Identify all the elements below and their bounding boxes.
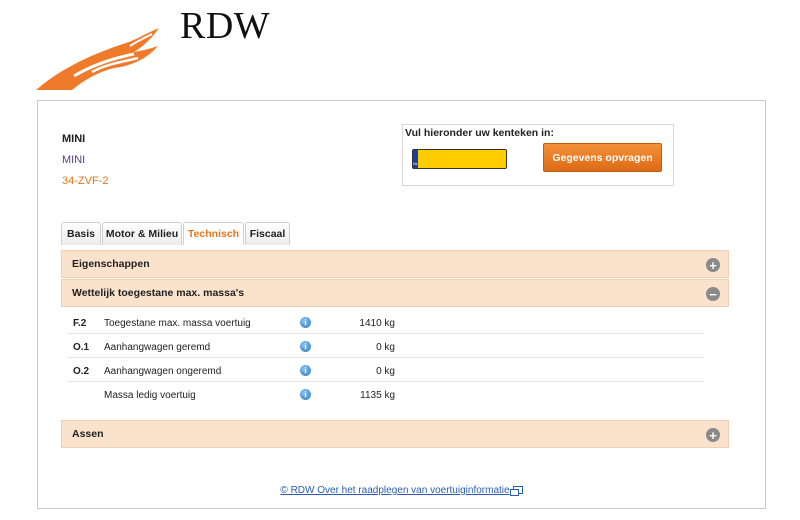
section-eigenschappen[interactable]: Eigenschappen + bbox=[61, 250, 729, 278]
info-icon[interactable]: i bbox=[300, 365, 311, 376]
row-value: 0 kg bbox=[376, 366, 395, 377]
section-max-massa[interactable]: Wettelijk toegestane max. massa's − bbox=[61, 279, 729, 307]
footer: © RDW Over het raadplegen van voertuigin… bbox=[38, 485, 765, 497]
about-vehicle-info-link[interactable]: © RDW Over het raadplegen van voertuigin… bbox=[280, 485, 509, 496]
vehicle-brand: MINI bbox=[62, 133, 86, 145]
vehicle-plate: 34-ZVF-2 bbox=[62, 175, 109, 187]
row-label: Aanhangwagen ongeremd bbox=[104, 366, 222, 377]
expand-plus-icon[interactable]: + bbox=[706, 258, 720, 272]
table-row: F.2 Toegestane max. massa voertuig i 141… bbox=[67, 310, 704, 334]
license-plate-field[interactable] bbox=[418, 150, 564, 168]
tab-motor-milieu[interactable]: Motor & Milieu bbox=[102, 222, 182, 245]
info-icon[interactable]: i bbox=[300, 317, 311, 328]
plate-search-box: Vul hieronder uw kenteken in: NL Gegeven… bbox=[402, 124, 674, 186]
row-code: F.2 bbox=[73, 318, 87, 329]
license-plate-input[interactable]: NL bbox=[412, 149, 564, 169]
plate-search-label: Vul hieronder uw kenteken in: bbox=[405, 127, 554, 139]
collapse-minus-icon[interactable]: − bbox=[706, 287, 720, 301]
row-value: 0 kg bbox=[376, 342, 395, 353]
section-title: Eigenschappen bbox=[72, 258, 150, 270]
row-value: 1410 kg bbox=[359, 318, 395, 329]
row-label: Aanhangwagen geremd bbox=[104, 342, 211, 353]
table-row: Massa ledig voertuig i 1135 kg bbox=[67, 382, 704, 406]
request-data-button[interactable]: Gegevens opvragen bbox=[543, 143, 662, 172]
tab-bar: Basis Motor & Milieu Technisch Fiscaal bbox=[61, 222, 291, 245]
section-title: Wettelijk toegestane max. massa's bbox=[72, 287, 245, 299]
row-label: Toegestane max. massa voertuig bbox=[104, 318, 251, 329]
vehicle-model: MINI bbox=[62, 154, 86, 166]
row-value: 1135 kg bbox=[360, 390, 395, 401]
rdw-logo[interactable]: RDW bbox=[34, 0, 284, 95]
massa-table: F.2 Toegestane max. massa voertuig i 141… bbox=[61, 310, 729, 406]
tab-technisch[interactable]: Technisch bbox=[183, 222, 244, 245]
table-row: O.1 Aanhangwagen geremd i 0 kg bbox=[67, 334, 704, 358]
info-icon[interactable]: i bbox=[300, 389, 311, 400]
logo-text: RDW bbox=[180, 5, 271, 47]
expand-plus-icon[interactable]: + bbox=[706, 428, 720, 442]
info-icon[interactable]: i bbox=[300, 341, 311, 352]
tab-fiscaal[interactable]: Fiscaal bbox=[245, 222, 290, 245]
table-row: O.2 Aanhangwagen ongeremd i 0 kg bbox=[67, 358, 704, 382]
row-label: Massa ledig voertuig bbox=[104, 390, 196, 401]
external-window-icon[interactable] bbox=[509, 486, 523, 497]
tab-basis[interactable]: Basis bbox=[61, 222, 101, 245]
row-code: O.1 bbox=[73, 342, 90, 353]
section-assen[interactable]: Assen + bbox=[61, 420, 729, 448]
section-title: Assen bbox=[72, 428, 104, 440]
row-code: O.2 bbox=[73, 366, 90, 377]
vehicle-info-panel: MINI MINI 34-ZVF-2 Vul hieronder uw kent… bbox=[37, 100, 766, 509]
rdw-horse-logo-icon bbox=[36, 28, 159, 90]
